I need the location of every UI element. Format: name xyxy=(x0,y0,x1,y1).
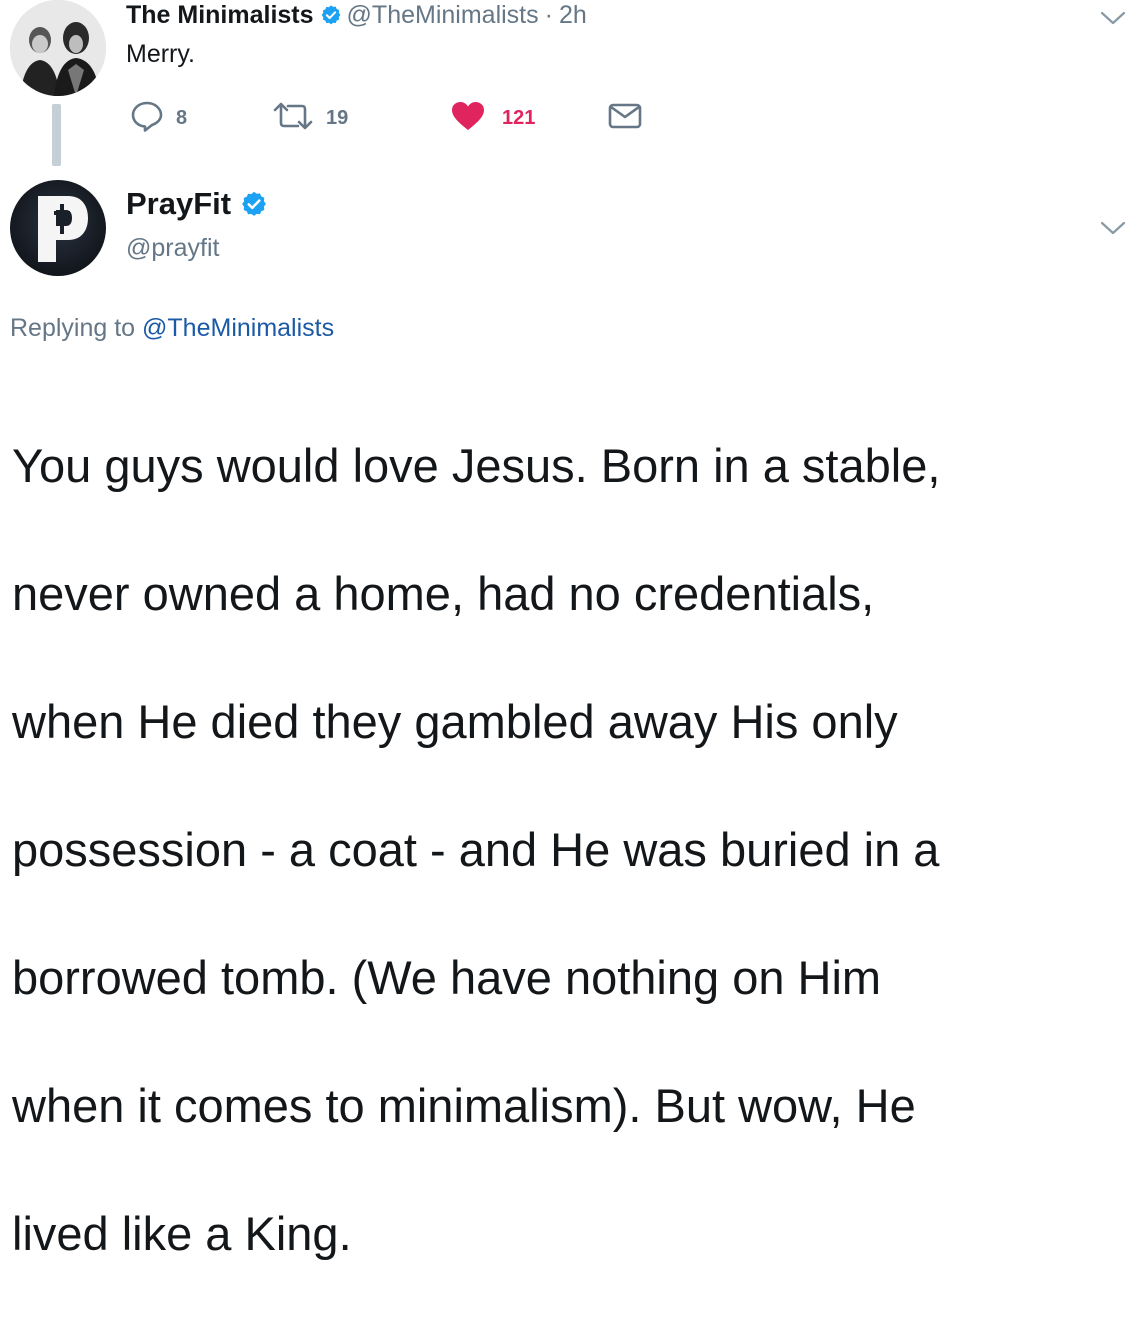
parent-author-name[interactable]: The Minimalists xyxy=(126,1,314,30)
avatar-prayfit[interactable] xyxy=(10,180,106,276)
replying-to-mention-link[interactable]: @TheMinimalists xyxy=(142,314,334,342)
reply-author-name[interactable]: PrayFit xyxy=(126,186,231,222)
like-button[interactable]: 121 xyxy=(450,98,535,138)
reply-button[interactable]: 8 xyxy=(130,98,187,138)
reply-bubble-icon xyxy=(130,100,164,137)
avatar-photo xyxy=(10,0,106,96)
reply-author-row: PrayFit xyxy=(126,186,273,222)
tweet-text-line: when it comes to minimalism). But wow, H… xyxy=(12,1079,916,1132)
reply-count: 8 xyxy=(176,106,188,129)
chevron-down-icon[interactable] xyxy=(1100,220,1126,236)
retweet-icon xyxy=(272,101,314,136)
verified-badge-icon xyxy=(320,4,342,26)
chevron-down-icon[interactable] xyxy=(1100,10,1126,26)
tweet-text-line: borrowed tomb. (We have nothing on Him xyxy=(12,951,882,1004)
tweet-text-line: when He died they gambled away His only xyxy=(12,695,898,748)
tweet-text-line: never owned a home, had no credentials, xyxy=(12,567,875,620)
thread-connector-line xyxy=(52,104,61,166)
retweet-count: 19 xyxy=(326,106,349,129)
parent-author-handle[interactable]: @TheMinimalists xyxy=(347,1,539,30)
prayfit-logo xyxy=(10,180,106,276)
parent-tweet-text: Merry. xyxy=(126,40,195,68)
retweet-button[interactable]: 19 xyxy=(272,98,348,138)
avatar-the-minimalists[interactable] xyxy=(10,0,106,96)
reply-tweet-text: You guys would love Jesus. Born in a sta… xyxy=(12,370,1132,1330)
replying-to-line: Replying to @TheMinimalists xyxy=(10,314,334,343)
tweet-text-line: You guys would love Jesus. Born in a sta… xyxy=(12,439,941,492)
like-count: 121 xyxy=(502,106,536,129)
tweet-text-line: lived like a King. xyxy=(12,1207,352,1260)
verified-badge-icon xyxy=(240,190,268,218)
direct-message-button[interactable] xyxy=(608,98,642,138)
heart-icon xyxy=(450,100,486,137)
replying-to-prefix: Replying to xyxy=(10,314,136,342)
envelope-icon xyxy=(608,102,642,135)
tweet-text-line: possession - a coat - and He was buried … xyxy=(12,823,940,876)
parent-tweet-header: The Minimalists @TheMinimalists · 2h xyxy=(126,0,587,32)
header-separator: · xyxy=(544,0,553,29)
parent-tweet-timestamp[interactable]: 2h xyxy=(559,1,587,30)
reply-author-handle[interactable]: @prayfit xyxy=(126,234,219,263)
